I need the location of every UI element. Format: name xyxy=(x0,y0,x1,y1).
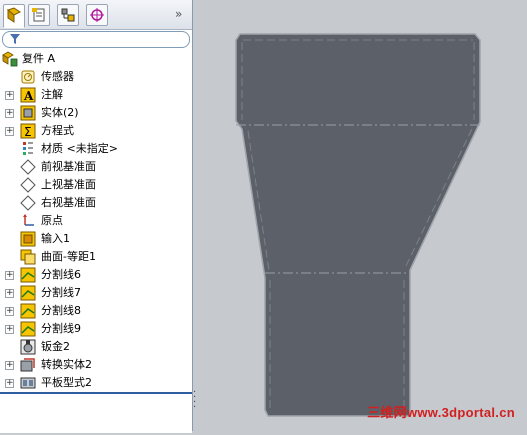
feature-manager-panel: » 复件 A 传感器 + A 注解 + 实体(2) + Σ 方程式 材质 <未指… xyxy=(0,0,193,433)
equations-icon: Σ xyxy=(20,123,36,139)
tree-item-label: 分割线8 xyxy=(41,304,81,317)
tree-item-import1[interactable]: 输入1 xyxy=(0,230,192,248)
tree-item-label: 前视基准面 xyxy=(41,160,96,173)
chevron-right-icon[interactable]: » xyxy=(175,7,182,21)
plane-icon xyxy=(20,177,36,193)
plane-icon xyxy=(20,159,36,175)
tree-item-label: 输入1 xyxy=(41,232,70,245)
tree-item-label: 分割线7 xyxy=(41,286,81,299)
material-icon xyxy=(23,142,33,155)
tree-item-label: 传感器 xyxy=(41,70,74,83)
plane-icon xyxy=(20,195,36,211)
property-manager-tab[interactable] xyxy=(28,4,50,26)
flat-pattern-icon xyxy=(20,377,36,389)
tree-item-sheet-metal2[interactable]: 钣金2 xyxy=(0,338,192,356)
tree-item-split-line9[interactable]: + 分割线9 xyxy=(0,320,192,338)
annotation-icon: A xyxy=(20,87,36,103)
tree-item-label: 注解 xyxy=(41,88,63,101)
tree-item-label: 钣金2 xyxy=(41,340,70,353)
split-line-icon xyxy=(20,303,36,319)
part-icon xyxy=(2,51,18,67)
watermark-text: 三维网www.3dportal.cn xyxy=(367,405,515,420)
tree-item-right-plane[interactable]: 右视基准面 xyxy=(0,194,192,212)
tree-item-label: 曲面-等距1 xyxy=(41,250,96,263)
tree-item-flat-pattern2[interactable]: + 平板型式2 xyxy=(0,374,192,392)
expand-toggle[interactable]: + xyxy=(5,127,14,136)
target-crosshair-icon xyxy=(90,8,104,22)
tree-item-material[interactable]: 材质 <未指定> xyxy=(0,140,192,158)
flat-pattern-part xyxy=(235,33,481,417)
expand-toggle[interactable]: + xyxy=(5,91,14,100)
tree-item-label: 方程式 xyxy=(41,124,74,137)
tree-filter-input[interactable] xyxy=(2,31,190,48)
tree-item-label: 实体(2) xyxy=(41,106,79,119)
tree-item-solid-bodies[interactable]: + 实体(2) xyxy=(0,104,192,122)
split-line-icon xyxy=(20,285,36,301)
tree-item-equations[interactable]: + Σ 方程式 xyxy=(0,122,192,140)
configuration-manager-tab[interactable] xyxy=(57,4,79,26)
graphics-viewport[interactable] xyxy=(193,0,527,431)
tree-item-label: 材质 <未指定> xyxy=(41,142,118,155)
svg-text:A: A xyxy=(23,89,34,103)
tree-item-origin[interactable]: 原点 xyxy=(0,212,192,230)
split-line-icon xyxy=(20,267,36,283)
tree-item-label: 分割线6 xyxy=(41,268,81,281)
expand-toggle[interactable]: + xyxy=(5,361,14,370)
convert-body-icon xyxy=(20,358,35,372)
sensor-icon xyxy=(21,70,35,84)
tree-item-convert-body2[interactable]: + 转换实体2 xyxy=(0,356,192,374)
tree-item-label: 原点 xyxy=(41,214,63,227)
tree-item-label: 上视基准面 xyxy=(41,178,96,191)
tree-item-label: 右视基准面 xyxy=(41,196,96,209)
origin-icon xyxy=(23,214,34,226)
solid-bodies-icon xyxy=(20,105,36,121)
expand-toggle[interactable]: + xyxy=(5,379,14,388)
tree-item-split-line6[interactable]: + 分割线6 xyxy=(0,266,192,284)
tree-item-surface-offset1[interactable]: 曲面-等距1 xyxy=(0,248,192,266)
tree-item-annotations[interactable]: + A 注解 xyxy=(0,86,192,104)
expand-toggle[interactable]: + xyxy=(5,307,14,316)
sheet-metal-icon xyxy=(20,339,36,355)
tree-item-top-plane[interactable]: 上视基准面 xyxy=(0,176,192,194)
dimxpert-tab[interactable] xyxy=(86,4,108,26)
feature-manager-tab[interactable] xyxy=(3,4,25,28)
filter-icon xyxy=(10,34,20,44)
svg-text:Σ: Σ xyxy=(24,125,32,139)
property-sheet-icon xyxy=(32,8,45,22)
tree-root-label: 复件 A xyxy=(22,52,56,65)
tree-root-part[interactable]: 复件 A xyxy=(0,50,192,68)
expand-toggle[interactable]: + xyxy=(5,289,14,298)
tree-item-split-line8[interactable]: + 分割线8 xyxy=(0,302,192,320)
panel-bottom-area xyxy=(0,392,192,433)
tree-item-label: 平板型式2 xyxy=(41,376,92,389)
panel-tab-bar: » xyxy=(0,0,192,30)
tree-item-label: 分割线9 xyxy=(41,322,81,335)
feature-tree-icon xyxy=(6,7,21,23)
import-icon xyxy=(20,231,36,247)
expand-toggle[interactable]: + xyxy=(5,325,14,334)
tree-item-front-plane[interactable]: 前视基准面 xyxy=(0,158,192,176)
tree-item-split-line7[interactable]: + 分割线7 xyxy=(0,284,192,302)
part-outline xyxy=(235,33,481,417)
split-line-icon xyxy=(20,321,36,337)
tree-item-label: 转换实体2 xyxy=(41,358,92,371)
configuration-icon xyxy=(61,8,75,22)
expand-toggle[interactable]: + xyxy=(5,271,14,280)
expand-toggle[interactable]: + xyxy=(5,109,14,118)
tree-item-sensors[interactable]: 传感器 xyxy=(0,68,192,86)
surface-offset-icon xyxy=(20,249,36,265)
